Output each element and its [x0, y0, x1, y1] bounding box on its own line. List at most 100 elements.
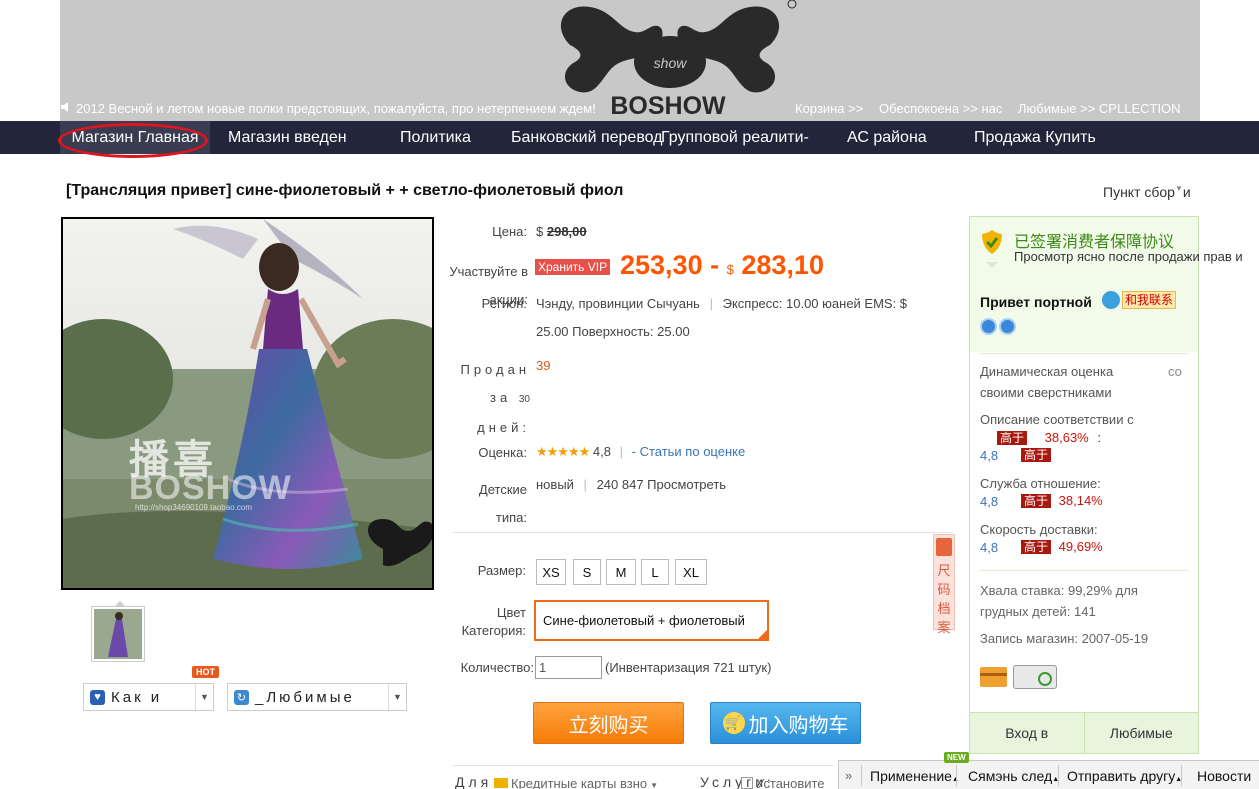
crown-icon — [999, 318, 1016, 335]
toolbar-news[interactable]: Новости — [1197, 761, 1251, 789]
new-badge: NEW — [944, 752, 969, 763]
chevron-down-icon[interactable]: ▼ — [195, 684, 213, 710]
enter-shop-button[interactable]: Вход в — [970, 713, 1085, 753]
crown-icons — [980, 318, 1016, 335]
service-label: Служба отношение: — [980, 476, 1101, 491]
higher-badge-2: 高于 — [1021, 447, 1052, 462]
size-option-m[interactable]: M — [606, 559, 636, 585]
hot-badge: HOT — [192, 666, 219, 678]
like-button[interactable]: ♥ Как и ▼ — [83, 683, 214, 711]
install-label: Установите — [756, 776, 825, 789]
concern-link[interactable]: Обеспокоена >> нас — [879, 101, 1002, 116]
main-product-image[interactable]: 播喜 BOSHOW http://shop34690109.taobao.com — [61, 217, 434, 590]
description-pct: 38,63% — [1044, 430, 1089, 445]
favorite-shop-button[interactable]: Любимые — [1085, 713, 1199, 753]
toolbar-apps-label: Применение — [870, 768, 952, 784]
size-option-s[interactable]: S — [573, 559, 601, 585]
divider — [979, 570, 1189, 571]
product-title: [Трансляция привет] сине-фиолетовый + + … — [66, 182, 624, 199]
region-city: Чэнду, провинции Сычуань — [536, 296, 700, 311]
size-option-l[interactable]: L — [641, 559, 669, 585]
favorites-button[interactable]: ↻ _Любимые ▼ — [227, 683, 407, 711]
vip-tag: Хранить VIP — [535, 259, 611, 275]
announcement-text: 2012 Весной и летом новые полки предстоя… — [76, 101, 596, 116]
sold-label-days: дней: — [477, 420, 530, 435]
contact-button[interactable]: 和我联系 — [1102, 291, 1177, 309]
delivery-pct: 49,69% — [1058, 539, 1103, 554]
nav-item-group-reality[interactable]: Групповой реалити- — [661, 121, 809, 154]
sold-days: 30 — [518, 394, 530, 405]
checkbox-icon — [741, 777, 753, 789]
price-label: Цена: — [492, 224, 527, 239]
nav-item-policy[interactable]: Политика — [400, 121, 471, 154]
express-value-2: 25.00 Поверхность: 25.00 — [536, 324, 690, 339]
like-label: Как и — [111, 688, 163, 706]
toolbar-xiamen-label: Сямэнь след — [968, 768, 1053, 784]
color-option-selected[interactable]: Сине-фиолетовый + фиолетовый — [534, 600, 769, 641]
pos-terminal-icon — [1013, 665, 1057, 689]
favorites-link[interactable]: Любимые >> CPLLECTION — [1018, 101, 1181, 116]
price-low: 253,30 — [620, 250, 703, 280]
add-to-cart-label: 加入购物车 — [748, 714, 849, 737]
quantity-input[interactable] — [535, 656, 602, 679]
logo-wordmark: BOSHOW — [610, 92, 726, 120]
size-archive-tab[interactable]: 尺码档案 — [933, 534, 955, 635]
divider — [979, 353, 1189, 354]
product-thumbnail[interactable] — [91, 601, 145, 662]
cart-link[interactable]: Корзина >> — [795, 101, 863, 116]
nav-item-sale-buy[interactable]: Продажа Купить — [974, 121, 1096, 154]
credit-card-option[interactable]: Кредитные карты взно ▼ — [494, 776, 658, 789]
payment-badges — [980, 665, 1057, 689]
collect-point-link[interactable]: Пункт сбор▼и — [1103, 184, 1191, 200]
rating-value: ★★★★★ 4,8 | - Статьи по оценке — [536, 444, 746, 459]
speaker-icon — [60, 101, 76, 116]
nav-item-ac-area[interactable]: АС района — [847, 121, 927, 154]
higher-badge: 高于 — [997, 431, 1028, 445]
bookmark-icon: ↻ — [234, 689, 249, 705]
chevron-down-icon[interactable]: ▼ — [388, 684, 406, 710]
chevron-down-icon: ▼ — [650, 781, 659, 789]
children-label: Детские типа: — [478, 482, 527, 525]
toolbar-xiamen[interactable]: Сямэнь след▲ — [968, 761, 1059, 789]
size-option-xl[interactable]: XL — [675, 559, 707, 585]
delivery-score: 4,8 — [980, 540, 999, 555]
credit-card-icon — [980, 667, 1007, 687]
buy-now-button[interactable]: 立刻购买 — [533, 702, 684, 744]
shop-record-date: Запись магазин: 2007-05-19 — [980, 631, 1149, 646]
currency-sign: $ — [536, 224, 544, 239]
higher-badge: 高于 — [1021, 494, 1052, 508]
region-label: Регион: — [481, 296, 527, 311]
watermark-url: http://shop34690109.taobao.com — [135, 503, 252, 512]
nav-item-shop-intro[interactable]: Магазин введен — [228, 121, 347, 154]
svg-text:show: show — [654, 55, 688, 71]
shop-name[interactable]: Привет портной — [980, 294, 1092, 310]
install-option[interactable]: Установите — [741, 776, 825, 789]
collapse-icon[interactable]: » — [845, 761, 852, 789]
toolbar-apps[interactable]: Применение▲ — [870, 761, 959, 789]
shop-footer: Вход в Любимые — [970, 712, 1198, 753]
main-nav: Магазин Главная Магазин введен Политика … — [0, 121, 1259, 154]
sold-count: 39 — [536, 358, 551, 373]
color-label: Цвет Категория: — [461, 605, 526, 638]
size-label: Размер: — [477, 563, 526, 578]
inventory-text: (Инвентаризация 721 штук) — [605, 660, 772, 675]
heart-icon: ♥ — [90, 689, 105, 705]
description-score: 4,8 — [980, 448, 999, 463]
bottom-toolbar: » Применение▲ Сямэнь след▲ Отправить дру… — [838, 760, 1259, 789]
nav-item-bank-transfer[interactable]: Банковский перевод — [511, 121, 663, 154]
old-price: $ 298,00 — [536, 224, 587, 239]
nav-item-home[interactable]: Магазин Главная — [60, 121, 210, 154]
service-score: 4,8 — [980, 494, 999, 509]
add-to-cart-button[interactable]: 🛒 加入购物车 — [710, 702, 861, 744]
price-dash: - — [710, 250, 720, 280]
rating-articles-link[interactable]: - Статьи по оценке — [632, 444, 746, 459]
praise-rate-line1: Хвала ставка: 99,29% для — [980, 583, 1138, 598]
toolbar-send-friend[interactable]: Отправить другу▲ — [1067, 761, 1182, 789]
delivery-label: Скорость доставки: — [980, 522, 1098, 537]
rating-number: 4,8 — [592, 444, 611, 459]
person-icon — [936, 538, 952, 556]
guarantee-subtitle[interactable]: Просмотр ясно после продажи прав и — [1014, 249, 1243, 264]
size-option-xs[interactable]: XS — [536, 559, 566, 585]
service-compare: 高于 38,14% — [1021, 493, 1103, 508]
qty-label: Количество: — [460, 660, 534, 675]
